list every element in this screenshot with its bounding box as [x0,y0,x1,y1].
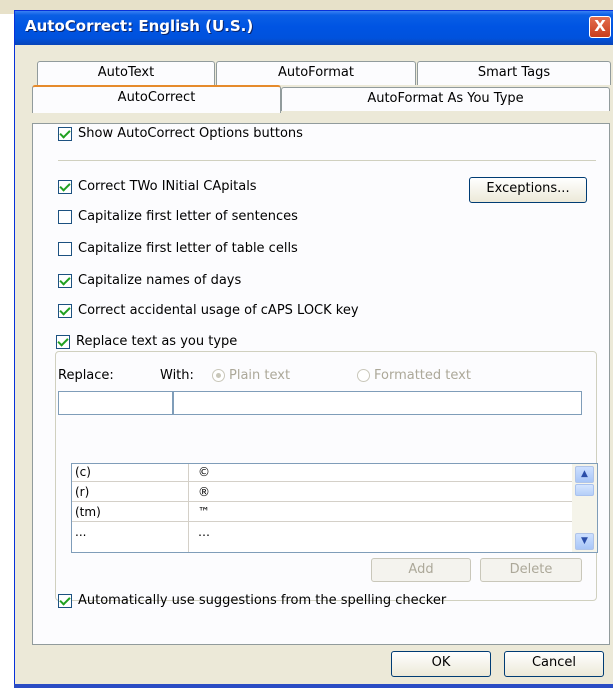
replace-label: Replace: [58,368,114,383]
show-options-checkbox-row[interactable]: Show AutoCorrect Options buttons [58,126,303,141]
show-options-label: Show AutoCorrect Options buttons [78,126,303,141]
with-label-text: With: [160,368,194,383]
add-button[interactable]: Add [371,558,471,582]
names-of-days-row[interactable]: Capitalize names of days [58,273,241,288]
list-item-replace: (tm) [75,505,101,519]
first-letter-table-checkbox[interactable] [58,241,72,256]
plain-text-radio[interactable] [212,369,225,382]
with-label: With: [160,368,194,383]
formatted-text-radio-row[interactable]: Formatted text [357,368,471,383]
auto-suggestions-label: Automatically use suggestions from the s… [78,593,447,608]
tab-smart-tags[interactable]: Smart Tags [417,61,611,85]
first-letter-table-label: Capitalize first letter of table cells [78,241,298,256]
first-letter-sentences-label: Capitalize first letter of sentences [78,209,298,224]
two-initial-checkbox-row[interactable]: Correct TWo INitial CApitals [58,179,257,194]
dialog-title: AutoCorrect: English (U.S.) [25,17,254,35]
caps-lock-checkbox[interactable] [58,303,72,318]
names-of-days-label: Capitalize names of days [78,273,242,288]
with-input[interactable] [173,391,582,415]
two-initial-label: Correct TWo INitial CApitals [78,179,257,194]
auto-suggestions-row[interactable]: Automatically use suggestions from the s… [58,593,446,608]
tab-autocorrect[interactable]: AutoCorrect [32,85,281,113]
list-item[interactable]: (tm) ™ [72,504,572,522]
scroll-thumb[interactable] [575,484,594,496]
list-item-with: ® [198,485,210,499]
list-item-replace: (r) [75,485,90,499]
replacement-list[interactable]: (c) © (r) ® (tm) ™ ... … ▲ ▼ [71,463,598,553]
formatted-text-label: Formatted text [374,368,471,383]
autocorrect-dialog: AutoCorrect: English (U.S.) X AutoText A… [14,10,613,688]
list-item[interactable]: (r) ® [72,484,572,502]
plain-text-label: Plain text [229,368,291,383]
list-item-with: ™ [198,505,210,519]
replace-text-label: Replace text as you type [76,334,238,349]
auto-suggestions-checkbox[interactable] [58,593,72,608]
delete-button[interactable]: Delete [480,558,582,582]
tab-autoformat[interactable]: AutoFormat [216,61,416,85]
tab-autoformat-as-you-type[interactable]: AutoFormat As You Type [281,87,610,111]
dialog-bottom-edge [14,684,613,688]
replace-label-text: Replace: [58,368,114,383]
scroll-up-icon[interactable]: ▲ [575,466,594,483]
replace-input[interactable] [58,391,173,415]
replace-text-checkbox[interactable] [56,334,70,349]
list-item[interactable]: (c) © [72,464,572,482]
first-letter-sentences-checkbox[interactable] [58,209,72,224]
list-item-replace: ... [75,525,87,539]
names-of-days-checkbox[interactable] [58,273,72,288]
two-initial-checkbox[interactable] [58,179,72,194]
scroll-down-icon[interactable]: ▼ [575,533,594,550]
first-letter-sentences-row[interactable]: Capitalize first letter of sentences [58,209,298,224]
list-scrollbar[interactable]: ▲ ▼ [572,464,597,552]
cancel-button[interactable]: Cancel [504,651,604,677]
replace-text-row[interactable]: Replace text as you type [56,334,242,349]
caps-lock-label: Correct accidental usage of cAPS LOCK ke… [78,303,359,318]
show-options-checkbox[interactable] [58,126,72,141]
separator [58,160,596,161]
close-button[interactable]: X [589,16,611,38]
ok-button[interactable]: OK [391,651,491,677]
title-bar[interactable]: AutoCorrect: English (U.S.) X [15,11,613,45]
plain-text-radio-row[interactable]: Plain text [212,368,290,383]
exceptions-button[interactable]: Exceptions... [469,177,587,203]
list-item-with: © [198,465,210,479]
list-item-replace: (c) [75,465,91,479]
caps-lock-row[interactable]: Correct accidental usage of cAPS LOCK ke… [58,303,359,318]
formatted-text-radio[interactable] [357,369,370,382]
list-item[interactable]: ... … [72,524,572,542]
tab-autotext[interactable]: AutoText [37,61,215,85]
list-item-with: … [198,525,210,539]
first-letter-table-row[interactable]: Capitalize first letter of table cells [58,241,298,256]
